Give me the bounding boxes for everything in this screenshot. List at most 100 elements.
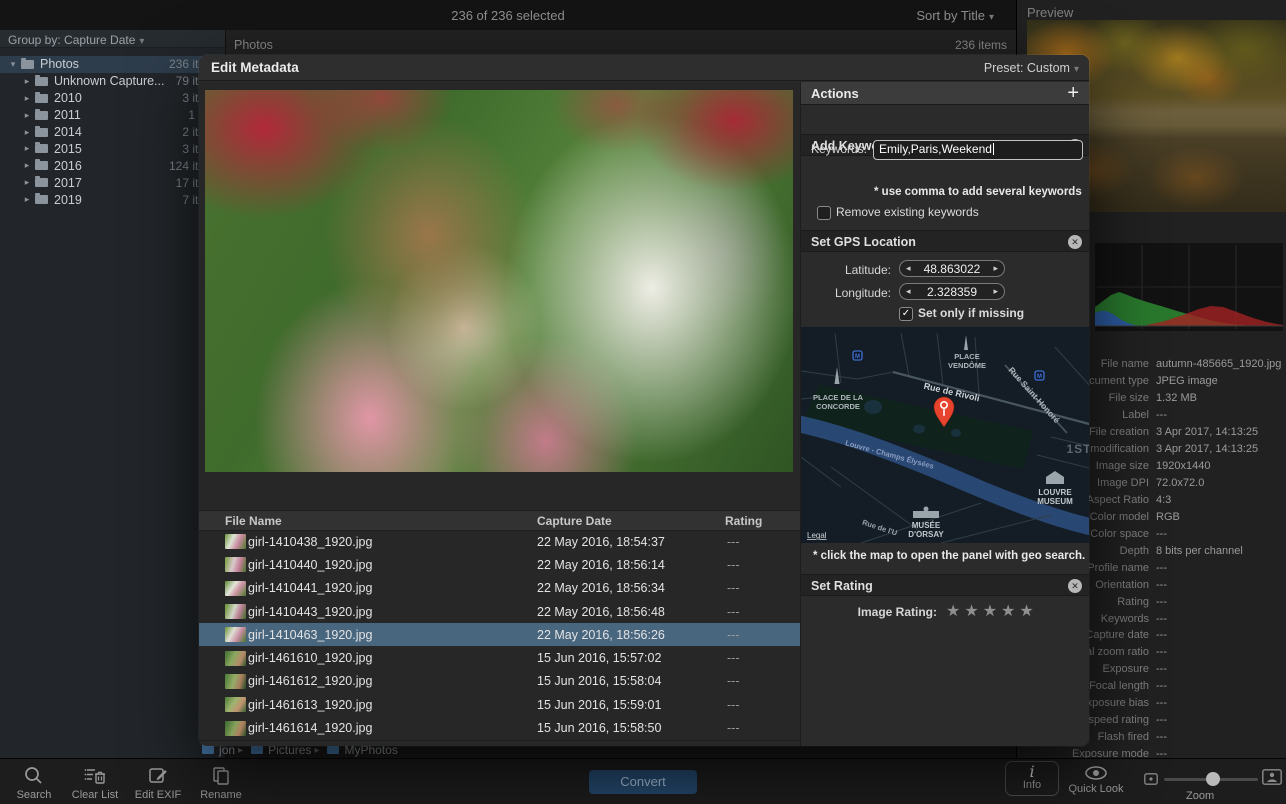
metadata-value: ---: [1156, 646, 1286, 658]
metadata-value: ---: [1156, 579, 1286, 591]
text-cursor: [993, 143, 994, 155]
sidebar-tree-item[interactable]: ▸ 2016 124 items: [0, 157, 225, 174]
search-button[interactable]: Search: [2, 762, 66, 801]
dialog-title-bar: Edit Metadata Preset: Custom▾: [199, 55, 1089, 81]
quick-look-button[interactable]: Quick Look: [1064, 762, 1128, 795]
disclosure-triangle-icon[interactable]: ▸: [22, 127, 32, 138]
metadata-value: 3 Apr 2017, 14:13:25: [1156, 426, 1286, 438]
info-button[interactable]: i Info: [1005, 761, 1059, 796]
metadata-value: 72.0x72.0: [1156, 477, 1286, 489]
folder-label: 2017: [54, 176, 176, 190]
sidebar-tree-item[interactable]: ▾ Photos 236 items: [0, 56, 225, 73]
disclosure-triangle-icon[interactable]: ▸: [22, 110, 32, 121]
rename-button[interactable]: Rename: [189, 762, 253, 801]
disclosure-triangle-icon[interactable]: ▾: [8, 59, 18, 70]
metadata-value: RGB: [1156, 511, 1286, 523]
table-row[interactable]: girl-1410440_1920.jpg 22 May 2016, 18:56…: [199, 553, 800, 576]
rating-cell: ---: [727, 721, 740, 735]
file-thumbnail: [225, 534, 246, 549]
zoom-label: Zoom: [1186, 790, 1214, 802]
stepper-decrement-icon[interactable]: ◂: [906, 286, 911, 297]
latitude-stepper[interactable]: ◂ 48.863022 ▸: [899, 260, 1005, 277]
sidebar-tree-item[interactable]: ▸ 2011 1 item: [0, 107, 225, 124]
table-row[interactable]: girl-1410463_1920.jpg 22 May 2016, 18:56…: [199, 623, 800, 646]
star-icon[interactable]: ★: [946, 603, 964, 620]
zoom-slider-knob[interactable]: [1206, 772, 1220, 786]
convert-button[interactable]: Convert: [589, 770, 697, 794]
map-label: MUSÉE: [912, 521, 941, 530]
set-rating-section-header: Set Rating ✕: [801, 574, 1089, 596]
metadata-value: 8 bits per channel: [1156, 545, 1286, 557]
table-row[interactable]: girl-1461613_1920.jpg 15 Jun 2016, 15:59…: [199, 693, 800, 716]
keywords-hint: * use comma to add several keywords: [874, 186, 1082, 198]
metadata-value: JPEG image: [1156, 375, 1286, 387]
sidebar-tree-item[interactable]: ▸ 2017 17 items: [0, 174, 225, 191]
longitude-stepper[interactable]: ◂ 2.328359 ▸: [899, 283, 1005, 300]
close-icon[interactable]: ✕: [1068, 235, 1082, 249]
folder-label: 2016: [54, 159, 169, 173]
clear-list-button[interactable]: Clear List: [63, 762, 127, 801]
set-only-if-missing-checkbox[interactable]: ✓: [899, 307, 913, 321]
star-icon[interactable]: ★: [1001, 603, 1019, 620]
clear-list-icon: [83, 764, 107, 788]
star-icon[interactable]: ★: [983, 603, 1001, 620]
stepper-increment-icon[interactable]: ▸: [993, 263, 998, 274]
disclosure-triangle-icon[interactable]: ▸: [22, 194, 32, 205]
stepper-increment-icon[interactable]: ▸: [993, 286, 998, 297]
star-icon[interactable]: ★: [964, 603, 982, 620]
sidebar-tree-item[interactable]: ▸ Unknown Capture... 79 items: [0, 73, 225, 90]
sidebar-tree-item[interactable]: ▸ 2010 3 items: [0, 90, 225, 107]
rgb-histogram: [1095, 243, 1283, 331]
eye-icon: [1083, 764, 1109, 782]
sidebar-tree-item[interactable]: ▸ 2014 2 items: [0, 124, 225, 141]
table-row[interactable]: girl-1461614_1920.jpg 15 Jun 2016, 15:58…: [199, 716, 800, 739]
folder-icon: [202, 746, 214, 754]
disclosure-triangle-icon[interactable]: ▸: [22, 177, 32, 188]
preset-dropdown[interactable]: Preset: Custom▾: [984, 61, 1079, 75]
rating-cell: ---: [727, 628, 740, 642]
keywords-input[interactable]: Emily,Paris,Weekend: [873, 140, 1083, 160]
edit-metadata-dialog: Edit Metadata Preset: Custom▾ File Name …: [199, 55, 1089, 746]
gps-location-map[interactable]: PLACE VENDÔME PLACE DE LA CONCORDE Rue d…: [801, 327, 1089, 543]
disclosure-triangle-icon[interactable]: ▸: [22, 76, 32, 87]
disclosure-triangle-icon[interactable]: ▸: [22, 143, 32, 154]
disclosure-triangle-icon[interactable]: ▸: [22, 160, 32, 171]
image-rating-stars[interactable]: ★★★★★: [946, 601, 1038, 621]
folder-icon: [35, 161, 48, 170]
column-header-rating[interactable]: Rating: [725, 514, 762, 528]
disclosure-triangle-icon[interactable]: ▸: [22, 93, 32, 104]
metadata-value: ---: [1156, 562, 1286, 574]
table-row[interactable]: girl-1410441_1920.jpg 22 May 2016, 18:56…: [199, 577, 800, 600]
table-row[interactable]: girl-1410443_1920.jpg 22 May 2016, 18:56…: [199, 600, 800, 623]
capture-date-cell: 15 Jun 2016, 15:57:02: [537, 651, 661, 665]
stepper-decrement-icon[interactable]: ◂: [906, 263, 911, 274]
metadata-value: 4:3: [1156, 494, 1286, 506]
file-thumbnail: [225, 581, 246, 596]
map-label: PLACE DE LA: [813, 393, 864, 402]
folder-icon: [35, 77, 48, 86]
selected-photo-preview: [205, 90, 793, 472]
table-row[interactable]: girl-1461610_1920.jpg 15 Jun 2016, 15:57…: [199, 646, 800, 669]
metro-icon: M: [855, 354, 860, 360]
column-header-file-name[interactable]: File Name: [225, 514, 282, 528]
rating-cell: ---: [727, 674, 740, 688]
add-action-button[interactable]: +: [1067, 82, 1079, 105]
sidebar-tree-item[interactable]: ▸ 2019 7 items: [0, 191, 225, 208]
sort-by-dropdown[interactable]: Sort by Title▾: [916, 8, 994, 23]
remove-existing-keywords-checkbox[interactable]: [817, 206, 831, 220]
table-row[interactable]: girl-1410438_1920.jpg 22 May 2016, 18:54…: [199, 530, 800, 553]
edit-exif-button[interactable]: Edit EXIF: [126, 762, 190, 801]
folder-label: 2015: [54, 142, 182, 156]
close-icon[interactable]: ✕: [1068, 579, 1082, 593]
longitude-value: 2.328359: [927, 285, 977, 299]
folder-icon: [35, 178, 48, 187]
folder-icon: [35, 144, 48, 153]
table-row[interactable]: girl-1461612_1920.jpg 15 Jun 2016, 15:58…: [199, 670, 800, 693]
column-header-capture-date[interactable]: Capture Date: [537, 514, 612, 528]
group-by-dropdown[interactable]: Group by: Capture Date▾: [0, 30, 225, 48]
edit-exif-icon: [146, 764, 170, 788]
star-icon[interactable]: ★: [1019, 603, 1037, 620]
chevron-down-icon: ▾: [989, 12, 994, 23]
sidebar-tree-item[interactable]: ▸ 2015 3 items: [0, 140, 225, 157]
map-legal-link[interactable]: Legal: [807, 531, 827, 540]
